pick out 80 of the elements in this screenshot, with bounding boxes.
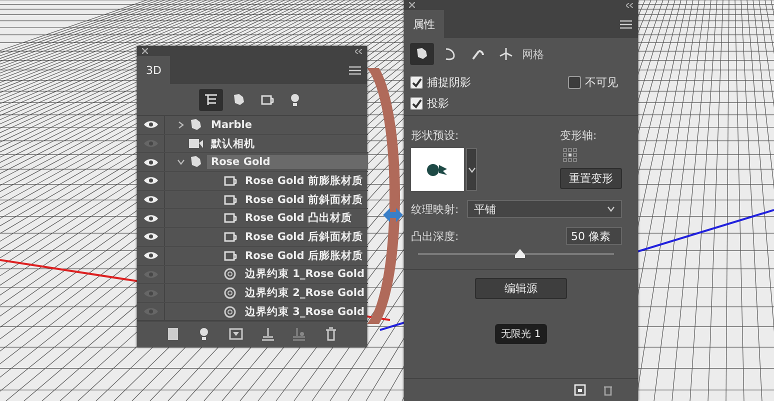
close-icon[interactable] bbox=[142, 48, 148, 54]
layer-row[interactable]: Rose Gold 后斜面材质 bbox=[137, 228, 368, 247]
checkbox-label: 不可见 bbox=[585, 75, 618, 90]
texture-mapping-dropdown[interactable]: 平铺 bbox=[467, 200, 622, 218]
layer-name: Rose Gold 前膨胀材质 bbox=[244, 174, 364, 189]
layer-name: Rose Gold 凸出材质 bbox=[244, 211, 353, 226]
ring-icon bbox=[222, 266, 238, 282]
eye-icon[interactable] bbox=[144, 214, 158, 223]
slider-thumb[interactable] bbox=[514, 249, 525, 258]
render-button[interactable] bbox=[574, 384, 586, 396]
render-icon bbox=[228, 326, 244, 342]
field-label: 变形轴: bbox=[560, 128, 597, 143]
eye-icon[interactable] bbox=[144, 158, 158, 167]
layer-name: 边界约束 2_Rose Gold bbox=[244, 286, 366, 302]
delete-button[interactable] bbox=[602, 384, 614, 396]
dropdown-button[interactable] bbox=[466, 148, 477, 191]
checkbox[interactable] bbox=[410, 76, 423, 89]
toolbar-button[interactable] bbox=[410, 43, 434, 65]
ground-button[interactable] bbox=[260, 326, 276, 342]
panel-tab[interactable]: 3D bbox=[137, 56, 170, 84]
menu-icon bbox=[620, 20, 632, 28]
layer-row[interactable]: 边界约束 2_Rose Gold bbox=[137, 284, 368, 303]
layer-name: Rose Gold 后膨胀材质 bbox=[244, 248, 364, 264]
layer-row[interactable]: 默认相机 bbox=[137, 134, 368, 154]
layer-row[interactable]: Rose Gold 凸出材质 bbox=[137, 209, 368, 228]
cube-icon bbox=[574, 384, 586, 396]
collapse-icon[interactable] bbox=[626, 2, 633, 8]
layer-row[interactable]: 边界约束 3_Rose Gold bbox=[137, 302, 368, 322]
checkbox-label: 捕捉阴影 bbox=[427, 75, 471, 90]
layer-name: 边界约束 1_Rose Gold bbox=[244, 267, 366, 282]
check-icon bbox=[412, 78, 422, 88]
layer-name: Rose Gold 前斜面材质 bbox=[244, 192, 364, 208]
eye-icon[interactable] bbox=[144, 120, 158, 130]
ring-icon bbox=[222, 285, 238, 302]
field-label: 纹理映射: bbox=[411, 202, 459, 216]
layer-row[interactable]: Rose Gold 后膨胀材质 bbox=[137, 246, 368, 266]
render-button[interactable] bbox=[228, 326, 244, 342]
double-arrow-icon bbox=[383, 208, 403, 222]
dropdown-value: 平铺 bbox=[474, 202, 496, 216]
close-icon[interactable] bbox=[409, 2, 415, 8]
layer-row[interactable]: 边界约束 1_Rose Gold bbox=[137, 266, 368, 284]
layer-row[interactable]: Rose Gold 前斜面材质 bbox=[137, 190, 368, 210]
checkbox-label: 投影 bbox=[427, 96, 449, 111]
panel-tab[interactable]: 属性 bbox=[404, 10, 444, 38]
layer-name: 默认相机 bbox=[210, 136, 256, 152]
layer-row[interactable]: Rose Gold bbox=[137, 153, 368, 172]
trash-icon bbox=[602, 384, 614, 396]
depth-input[interactable]: 50 像素 bbox=[566, 227, 622, 245]
eye-icon[interactable] bbox=[144, 251, 158, 260]
shape-thumbnail-icon bbox=[426, 162, 448, 176]
layer-name: Marble bbox=[210, 118, 253, 132]
axis-grid-icon bbox=[563, 148, 577, 162]
eye-icon[interactable] bbox=[144, 232, 158, 242]
collapse-icon[interactable] bbox=[355, 48, 362, 54]
checkbox[interactable] bbox=[568, 76, 581, 89]
layer-row[interactable]: Rose Gold 前膨胀材质 bbox=[137, 172, 368, 191]
chevron-down-icon bbox=[607, 205, 615, 213]
check-icon bbox=[412, 98, 422, 108]
menu-icon bbox=[349, 66, 361, 74]
field-label: 形状预设: bbox=[411, 128, 460, 143]
chevron-down-icon bbox=[468, 166, 476, 174]
eye-icon[interactable] bbox=[144, 176, 158, 186]
scene-icon bbox=[203, 92, 219, 108]
ring-icon bbox=[222, 304, 238, 320]
shape-preview[interactable] bbox=[411, 148, 464, 191]
tooltip: 无限光 1 bbox=[495, 324, 547, 344]
field-label: 凸出深度: bbox=[411, 228, 459, 244]
layer-row[interactable]: Marble bbox=[137, 116, 368, 135]
toolbar-label: 网格 bbox=[522, 46, 544, 62]
ground-object-icon bbox=[291, 326, 308, 342]
layer-name: 边界约束 3_Rose Gold bbox=[244, 304, 366, 320]
axis-icon bbox=[498, 46, 514, 62]
layer-name: Rose Gold 后斜面材质 bbox=[244, 230, 364, 245]
checkbox[interactable] bbox=[410, 97, 423, 110]
eye-icon[interactable] bbox=[144, 195, 158, 204]
layer-name: Rose Gold bbox=[207, 155, 368, 170]
ground-icon bbox=[260, 326, 276, 342]
toolbar-button[interactable] bbox=[199, 89, 223, 111]
reset-button[interactable]: 重置变形 bbox=[560, 168, 622, 189]
edit-source-button[interactable]: 编辑源 bbox=[475, 278, 567, 299]
